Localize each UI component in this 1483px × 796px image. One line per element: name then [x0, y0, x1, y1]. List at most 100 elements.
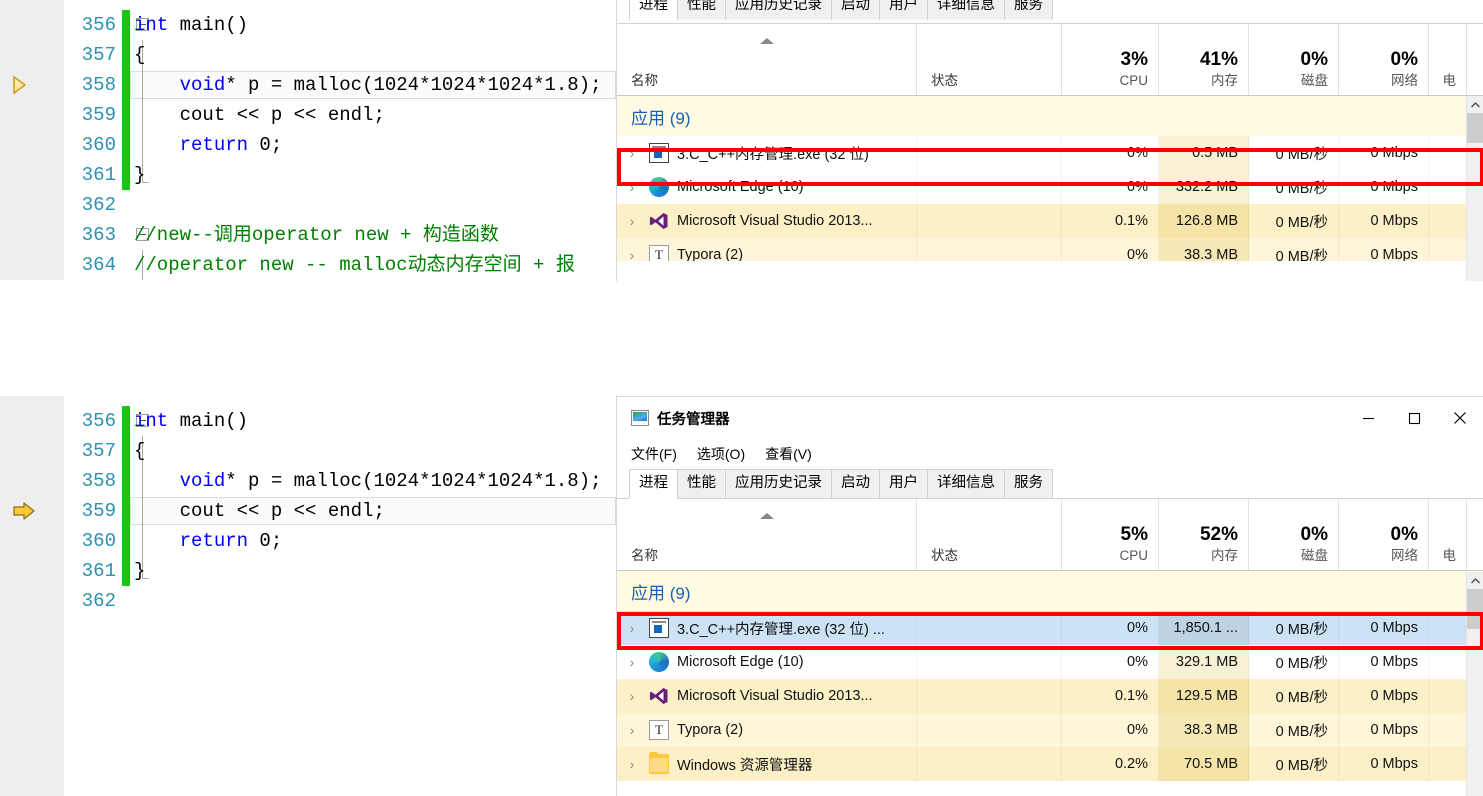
process-table-body-bottom[interactable]: 应用 (9)›3.C_C++内存管理.exe (32 位) ...0%1,850…	[617, 571, 1483, 791]
code-line[interactable]: 358 void* p = malloc(1024*1024*1024*1.8)…	[0, 466, 616, 496]
code-line[interactable]: 362	[0, 190, 616, 220]
code-editor-bottom[interactable]: 356int main()357{358 void* p = malloc(10…	[0, 396, 616, 796]
tab-2[interactable]: 应用历史记录	[725, 469, 832, 498]
code-line[interactable]: 357{	[0, 436, 616, 466]
code-line[interactable]: 360 return 0;	[0, 130, 616, 160]
scrollbar-thumb-top[interactable]	[1467, 113, 1483, 143]
task-manager-titlebar[interactable]: 任务管理器	[617, 397, 1483, 439]
code-line[interactable]: 356int main()	[0, 406, 616, 436]
code-line[interactable]: 359 cout << p << endl;	[0, 100, 616, 130]
column-header-2[interactable]: 3%CPU	[1062, 24, 1159, 95]
menu-item-1[interactable]: 选项(O)	[697, 444, 745, 464]
task-manager-window-bottom[interactable]: 任务管理器 文件(F) 选项(O) 查看(V) 进程性能应用历史记录启动用户详细信息…	[616, 396, 1483, 796]
process-name-cell[interactable]: ›Microsoft Edge (10)	[617, 645, 917, 679]
column-header-4[interactable]: 0%磁盘	[1249, 499, 1339, 570]
tab-0[interactable]: 进程	[629, 469, 678, 499]
menu-item-0[interactable]: 文件(F)	[631, 444, 677, 464]
close-button[interactable]	[1437, 397, 1483, 439]
tab-4[interactable]: 用户	[879, 469, 928, 498]
code-line[interactable]: 359 cout << p << endl;	[0, 496, 616, 526]
scroll-up-button-top[interactable]	[1467, 96, 1483, 113]
chevron-right-icon[interactable]: ›	[623, 620, 641, 636]
code-editor-top[interactable]: 356int main()357{358 void* p = malloc(10…	[0, 0, 616, 280]
column-header-2[interactable]: 5%CPU	[1062, 499, 1159, 570]
column-header-6[interactable]: 电	[1429, 499, 1467, 570]
process-network-cell: 0 Mbps	[1339, 170, 1429, 204]
table-row[interactable]: ›Microsoft Edge (10)0%332.2 MB0 MB/秒0 Mb…	[617, 170, 1483, 204]
process-group-header[interactable]: 应用 (9)	[617, 571, 1483, 611]
scroll-up-button-bottom[interactable]	[1467, 572, 1483, 589]
process-name-cell[interactable]: ›Microsoft Edge (10)	[617, 170, 917, 204]
process-table-body-top[interactable]: 应用 (9)›3.C_C++内存管理.exe (32 位)0%0.5 MB0 M…	[617, 96, 1483, 261]
table-row[interactable]: ›Microsoft Visual Studio 2013...0.1%126.…	[617, 204, 1483, 238]
column-header-5[interactable]: 0%网络	[1339, 24, 1429, 95]
column-header-1[interactable]: 状态	[917, 499, 1062, 570]
code-line[interactable]: 358 void* p = malloc(1024*1024*1024*1.8)…	[0, 70, 616, 100]
tab-5[interactable]: 详细信息	[927, 0, 1005, 20]
process-list-scrollbar-top[interactable]	[1466, 96, 1483, 281]
process-name-cell[interactable]: ›3.C_C++内存管理.exe (32 位)	[617, 136, 917, 170]
process-list-scrollbar-bottom[interactable]	[1466, 572, 1483, 796]
chevron-right-icon[interactable]: ›	[623, 722, 641, 738]
table-row[interactable]: ›Windows 资源管理器0.2%70.5 MB0 MB/秒0 Mbps	[617, 747, 1483, 781]
process-name-cell[interactable]: ›Microsoft Visual Studio 2013...	[617, 204, 917, 238]
chevron-right-icon[interactable]: ›	[623, 688, 641, 704]
table-row[interactable]: ›Microsoft Edge (10)0%329.1 MB0 MB/秒0 Mb…	[617, 645, 1483, 679]
process-name-cell[interactable]: ›Microsoft Visual Studio 2013...	[617, 679, 917, 713]
task-manager-menubar[interactable]: 文件(F) 选项(O) 查看(V)	[617, 439, 1483, 469]
table-row[interactable]: ›Microsoft Visual Studio 2013...0.1%129.…	[617, 679, 1483, 713]
column-header-5[interactable]: 0%网络	[1339, 499, 1429, 570]
code-line[interactable]: 357{	[0, 40, 616, 70]
process-name-cell[interactable]: ›3.C_C++内存管理.exe (32 位) ...	[617, 611, 917, 645]
menu-item-2[interactable]: 查看(V)	[765, 444, 812, 464]
tab-0[interactable]: 进程	[629, 0, 678, 21]
tab-1[interactable]: 性能	[677, 0, 726, 20]
tab-1[interactable]: 性能	[677, 469, 726, 498]
chevron-right-icon[interactable]: ›	[623, 145, 641, 161]
column-header-0[interactable]: 名称	[617, 499, 917, 570]
process-group-header[interactable]: 应用 (9)	[617, 96, 1483, 136]
tab-6[interactable]: 服务	[1004, 0, 1053, 20]
chevron-right-icon[interactable]: ›	[623, 756, 641, 772]
code-line[interactable]: 361}	[0, 556, 616, 586]
column-header-3[interactable]: 41%内存	[1159, 24, 1249, 95]
chevron-right-icon[interactable]: ›	[623, 179, 641, 195]
code-line[interactable]: 362	[0, 586, 616, 616]
tab-3[interactable]: 启动	[831, 0, 880, 20]
task-manager-tabs-top[interactable]: 进程性能应用历史记录启动用户详细信息服务	[617, 0, 1483, 24]
chevron-right-icon[interactable]: ›	[623, 213, 641, 229]
process-table-header-top[interactable]: 名称状态3%CPU41%内存0%磁盘0%网络电	[617, 24, 1483, 96]
column-header-4[interactable]: 0%磁盘	[1249, 24, 1339, 95]
column-header-3[interactable]: 52%内存	[1159, 499, 1249, 570]
code-line[interactable]: 360 return 0;	[0, 526, 616, 556]
tab-5[interactable]: 详细信息	[927, 469, 1005, 498]
scrollbar-thumb-bottom[interactable]	[1467, 589, 1483, 629]
vs-app-icon	[649, 143, 669, 163]
code-line[interactable]: 364//operator new -- malloc动态内存空间 + 报	[0, 250, 616, 280]
task-manager-tabs-bottom[interactable]: 进程性能应用历史记录启动用户详细信息服务	[617, 469, 1483, 499]
chevron-right-icon[interactable]: ›	[623, 654, 641, 670]
task-manager-window-top[interactable]: 进程性能应用历史记录启动用户详细信息服务 名称状态3%CPU41%内存0%磁盘0…	[616, 0, 1483, 281]
process-name-cell[interactable]: ›Windows 资源管理器	[617, 747, 917, 781]
tab-3[interactable]: 启动	[831, 469, 880, 498]
column-header-0[interactable]: 名称	[617, 24, 917, 95]
tab-2[interactable]: 应用历史记录	[725, 0, 832, 20]
window-controls[interactable]	[1345, 397, 1483, 439]
tab-4[interactable]: 用户	[879, 0, 928, 20]
table-row[interactable]: ›3.C_C++内存管理.exe (32 位)0%0.5 MB0 MB/秒0 M…	[617, 136, 1483, 170]
table-row[interactable]: ›TTypora (2)0%38.3 MB0 MB/秒0 Mbps	[617, 238, 1483, 261]
table-row[interactable]: ›TTypora (2)0%38.3 MB0 MB/秒0 Mbps	[617, 713, 1483, 747]
code-line[interactable]: 356int main()	[0, 10, 616, 40]
process-name-cell[interactable]: ›TTypora (2)	[617, 713, 917, 747]
maximize-button[interactable]	[1391, 397, 1437, 439]
column-header-1[interactable]: 状态	[917, 24, 1062, 95]
process-table-header-bottom[interactable]: 名称状态5%CPU52%内存0%磁盘0%网络电	[617, 499, 1483, 571]
code-line[interactable]: 361}	[0, 160, 616, 190]
code-line[interactable]: 363//new--调用operator new + 构造函数	[0, 220, 616, 250]
chevron-right-icon[interactable]: ›	[623, 247, 641, 261]
column-header-6[interactable]: 电	[1429, 24, 1467, 95]
process-name-cell[interactable]: ›TTypora (2)	[617, 238, 917, 261]
table-row[interactable]: ›3.C_C++内存管理.exe (32 位) ...0%1,850.1 ...…	[617, 611, 1483, 645]
minimize-button[interactable]	[1345, 397, 1391, 439]
tab-6[interactable]: 服务	[1004, 469, 1053, 498]
